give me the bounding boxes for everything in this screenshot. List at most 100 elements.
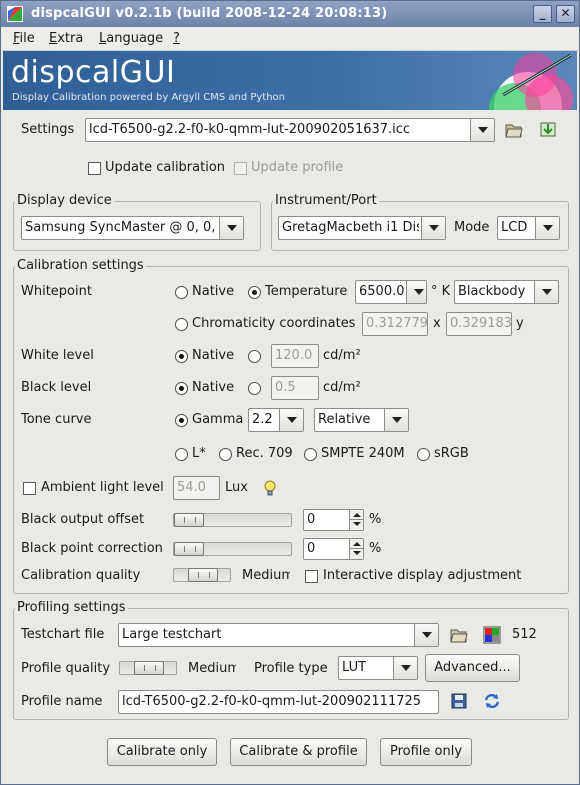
gamma-radio[interactable] xyxy=(175,414,188,427)
whitepoint-label: Whitepoint xyxy=(21,284,92,299)
open-folder-icon[interactable] xyxy=(450,626,468,644)
y-label: y xyxy=(516,316,524,331)
title-bar: dispcalGUI v0.2.1b (build 2008-12-24 20:… xyxy=(1,1,579,27)
window-title: dispcalGUI v0.2.1b (build 2008-12-24 20:… xyxy=(31,6,388,21)
app-icon xyxy=(7,6,23,22)
tone-curve-label: Tone curve xyxy=(21,412,92,427)
ambient-label: Ambient light level xyxy=(41,480,164,495)
ambient-field[interactable]: 54.0 xyxy=(173,476,220,500)
spin-up-icon[interactable] xyxy=(349,539,363,549)
black-level-native-radio[interactable] xyxy=(175,382,188,395)
mode-label: Mode xyxy=(454,220,490,235)
white-level-custom-radio[interactable] xyxy=(248,350,261,363)
calibration-quality-label: Calibration quality xyxy=(21,568,141,583)
chevron-down-icon xyxy=(421,217,445,239)
slider-thumb[interactable] xyxy=(174,513,204,527)
advanced-button[interactable]: Advanced... xyxy=(425,654,520,682)
whitepoint-temperature-radio[interactable] xyxy=(248,286,261,299)
patch-count: 512 xyxy=(512,627,537,642)
percent-label: % xyxy=(369,541,382,556)
lstar-radio[interactable] xyxy=(175,448,188,461)
blackbody-select[interactable]: Blackbody xyxy=(454,280,559,304)
profile-name-label: Profile name xyxy=(21,694,103,709)
slider-thumb[interactable] xyxy=(174,542,204,556)
black-level-field[interactable]: 0.5 xyxy=(271,376,319,400)
mode-select[interactable]: LCD xyxy=(497,216,560,240)
whitepoint-native-radio[interactable] xyxy=(175,286,188,299)
refresh-icon[interactable] xyxy=(483,692,501,710)
banner-subtitle: Display Calibration powered by Argyll CM… xyxy=(12,92,286,103)
gamma-type-select[interactable]: Relative xyxy=(314,408,409,432)
spin-down-icon[interactable] xyxy=(349,549,363,559)
black-level-custom-radio[interactable] xyxy=(248,382,261,395)
black-level-label: Black level xyxy=(21,380,92,395)
black-point-correction-spin[interactable]: 0 xyxy=(303,538,364,560)
gamma-label: Gamma xyxy=(192,412,244,427)
menu-language[interactable]: Language xyxy=(99,31,163,46)
chevron-down-icon xyxy=(534,281,558,303)
open-folder-icon[interactable] xyxy=(505,121,523,139)
interactive-adjustment-label: Interactive display adjustment xyxy=(323,568,522,583)
black-point-correction-slider[interactable] xyxy=(173,542,292,556)
smpte-radio[interactable] xyxy=(304,448,317,461)
calibration-quality-slider[interactable] xyxy=(173,568,231,582)
minimize-button[interactable]: _ xyxy=(533,5,552,23)
display-device-title: Display device xyxy=(15,193,114,208)
white-level-native-label: Native xyxy=(192,348,235,363)
update-profile-checkbox[interactable] xyxy=(234,162,247,175)
interactive-adjustment-checkbox[interactable] xyxy=(305,570,318,583)
testchart-select[interactable]: Large testchart xyxy=(118,623,439,647)
profile-quality-slider[interactable] xyxy=(119,661,177,675)
profile-name-field[interactable]: lcd-T6500-g2.2-f0-k0-qmm-lut-20090211172… xyxy=(118,690,439,714)
white-level-native-radio[interactable] xyxy=(175,350,188,363)
black-output-offset-spin[interactable]: 0 xyxy=(303,509,364,531)
spin-down-icon[interactable] xyxy=(349,520,363,530)
calibrate-and-profile-button[interactable]: Calibrate & profile xyxy=(230,738,367,766)
close-button[interactable]: ✕ xyxy=(556,5,575,23)
black-level-unit: cd/m² xyxy=(323,380,361,395)
instrument-select[interactable]: GretagMacbeth i1 Display xyxy=(278,216,446,240)
menu-file[interactable]: File xyxy=(13,31,35,46)
whitepoint-temperature-label: Temperature xyxy=(265,284,348,299)
chromaticity-y-field[interactable]: 0.329183 xyxy=(446,312,512,336)
srgb-label: sRGB xyxy=(434,446,469,461)
white-level-unit: cd/m² xyxy=(323,348,361,363)
whitepoint-native-label: Native xyxy=(192,284,235,299)
ambient-checkbox[interactable] xyxy=(23,482,36,495)
temperature-select[interactable]: 6500.0 xyxy=(355,280,427,304)
profile-only-button[interactable]: Profile only xyxy=(380,738,472,766)
white-level-field[interactable]: 120.0 xyxy=(271,344,319,368)
update-profile-label: Update profile xyxy=(251,160,344,175)
settings-select[interactable]: lcd-T6500-g2.2-f0-k0-qmm-lut-20090205163… xyxy=(85,118,495,142)
chevron-down-icon xyxy=(393,657,417,679)
chromaticity-x-field[interactable]: 0.312779 xyxy=(362,312,428,336)
calibration-title: Calibration settings xyxy=(15,258,146,273)
calibrate-only-button[interactable]: Calibrate only xyxy=(107,738,217,766)
black-output-offset-slider[interactable] xyxy=(173,513,292,527)
testchart-editor-icon[interactable] xyxy=(483,626,501,644)
menu-help[interactable]: ? xyxy=(173,31,180,46)
rec709-radio[interactable] xyxy=(219,448,232,461)
chevron-down-icon xyxy=(535,217,559,239)
menu-extra[interactable]: Extra xyxy=(49,31,83,46)
rec709-label: Rec. 709 xyxy=(236,446,293,461)
instrument-title: Instrument/Port xyxy=(273,193,379,208)
slider-thumb[interactable] xyxy=(134,661,164,675)
chromaticity-radio[interactable] xyxy=(175,318,188,331)
slider-thumb[interactable] xyxy=(188,568,218,582)
header-banner: dispcalGUI Display Calibration powered b… xyxy=(3,51,577,110)
gamma-select[interactable]: 2.2 xyxy=(248,408,304,432)
light-bulb-icon[interactable] xyxy=(263,480,277,496)
save-icon[interactable] xyxy=(450,692,468,710)
srgb-radio[interactable] xyxy=(417,448,430,461)
display-device-select[interactable]: Samsung SyncMaster @ 0, 0, 1280x1024 xyxy=(21,216,244,240)
profile-type-select[interactable]: LUT xyxy=(338,656,418,680)
chromaticity-label: Chromaticity coordinates xyxy=(192,316,356,331)
spin-up-icon[interactable] xyxy=(349,510,363,520)
save-download-icon[interactable] xyxy=(539,120,557,138)
update-calibration-checkbox[interactable] xyxy=(88,162,101,175)
banner-title: dispcalGUI xyxy=(11,55,176,90)
profile-quality-label: Profile quality xyxy=(21,661,111,676)
profile-quality-value: Medium xyxy=(188,661,236,676)
black-point-correction-label: Black point correction xyxy=(21,541,163,556)
